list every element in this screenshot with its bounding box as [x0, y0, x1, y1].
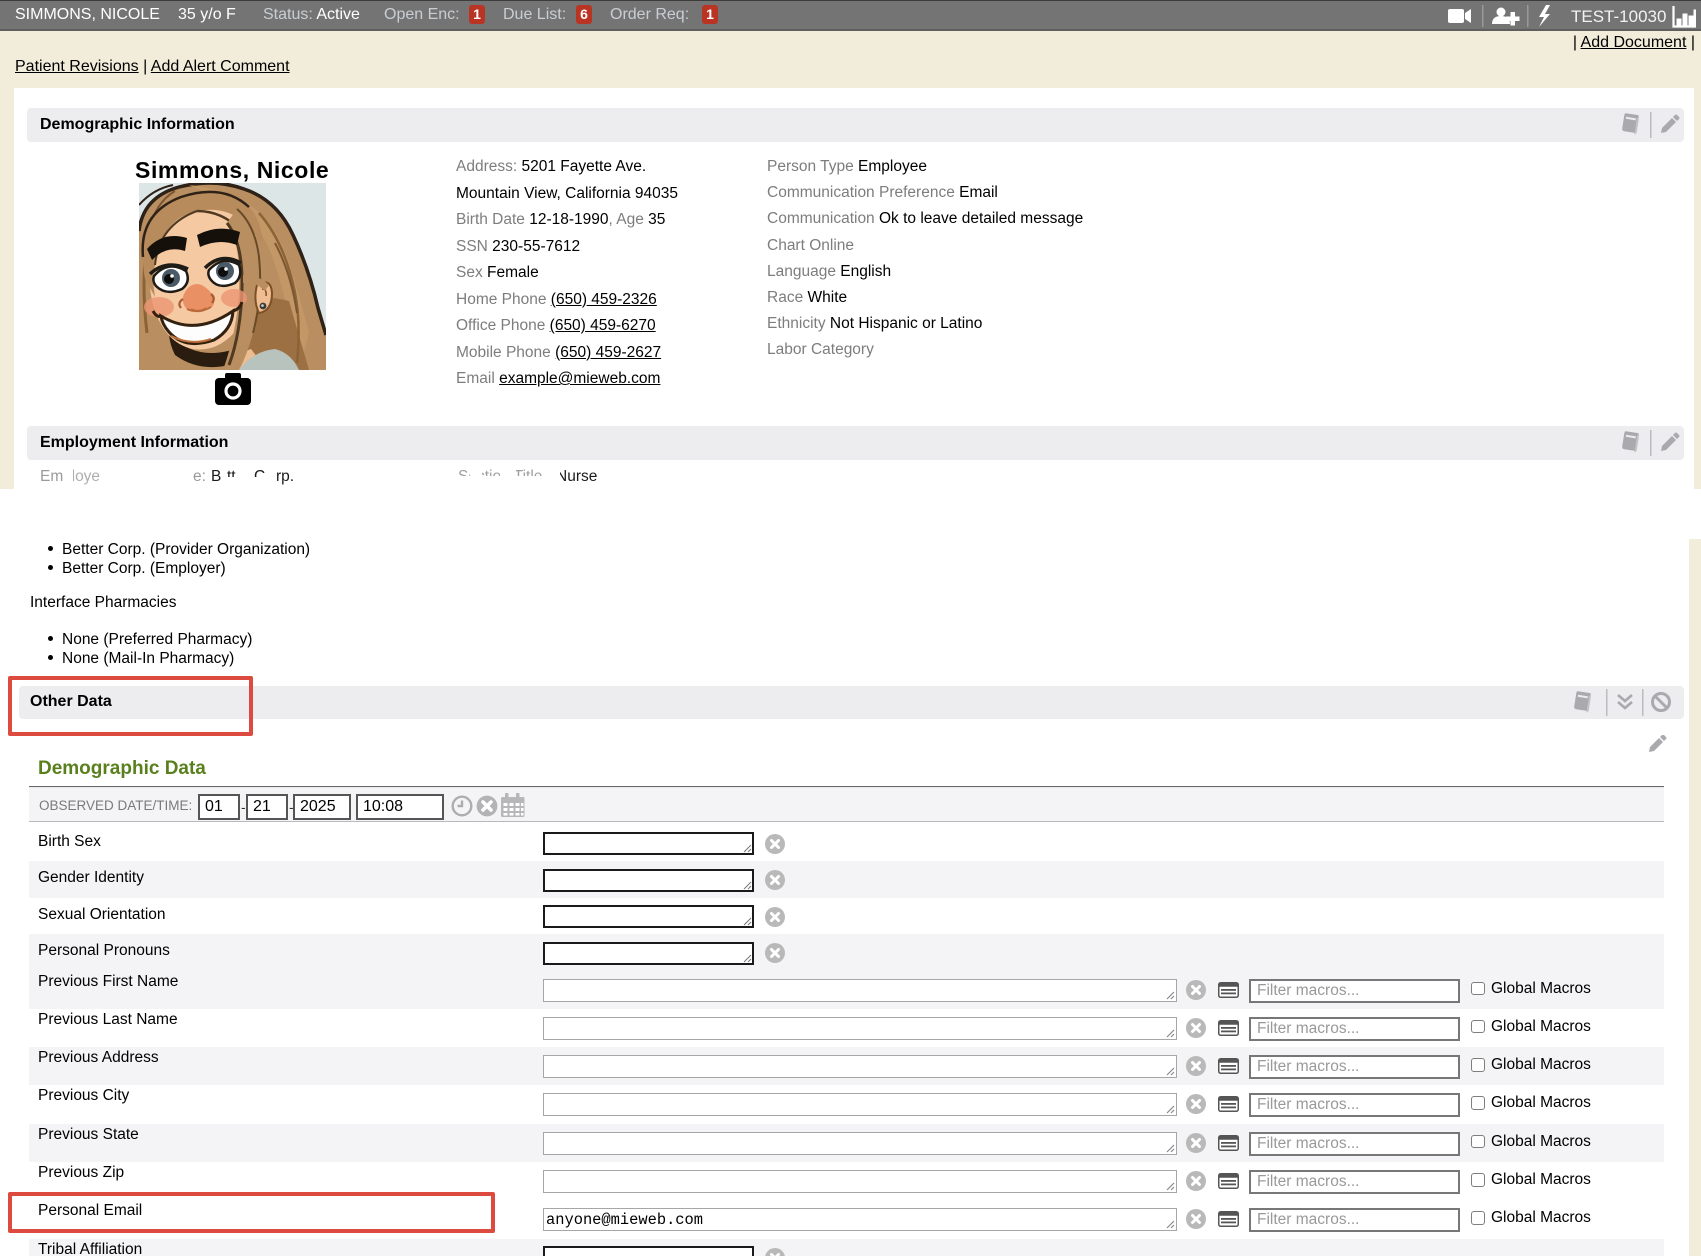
svg-text:TEST-10030: TEST-10030	[1571, 7, 1666, 26]
